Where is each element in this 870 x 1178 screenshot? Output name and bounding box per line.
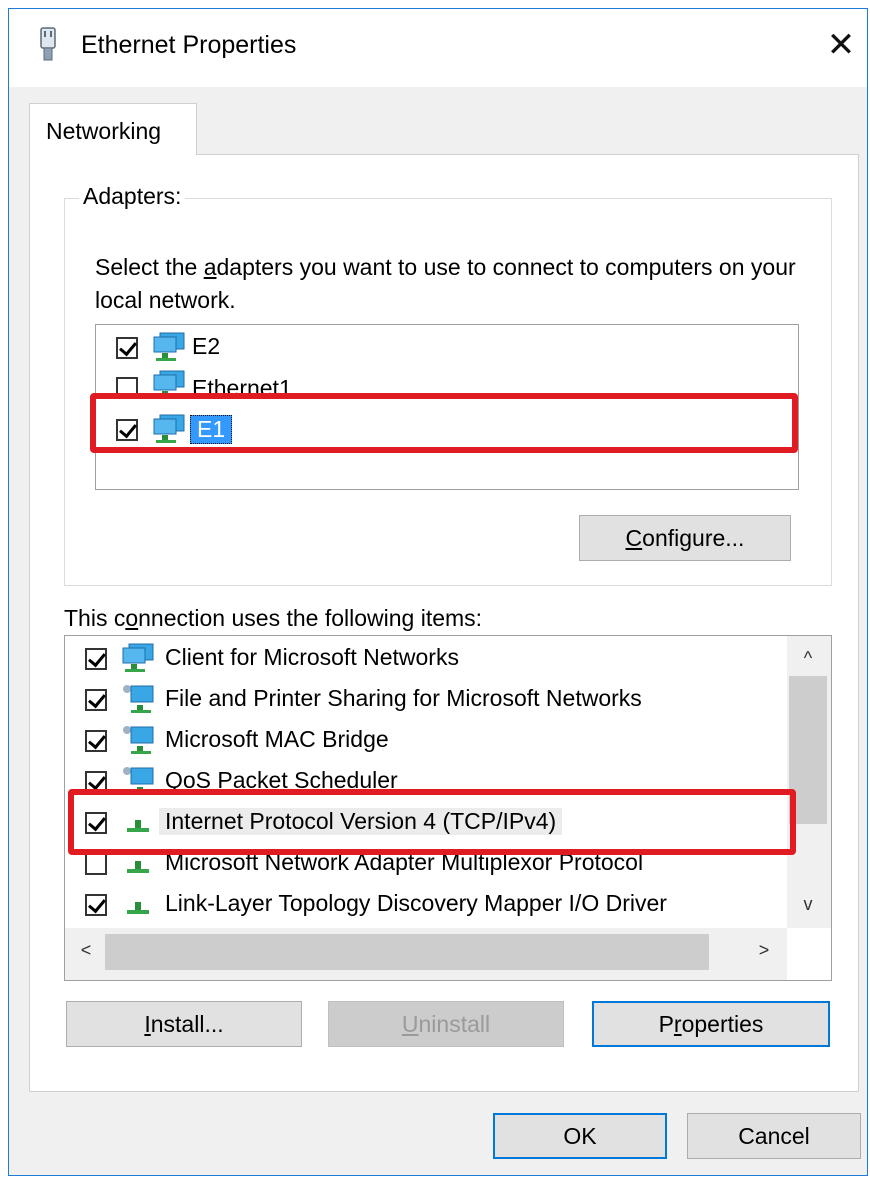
network-adapter-icon	[153, 370, 185, 399]
protocol-icon	[127, 820, 149, 832]
connection-items-list[interactable]: Client for Microsoft Networks File and P…	[64, 635, 832, 981]
close-button[interactable]: ✕	[821, 25, 861, 65]
list-item[interactable]: File and Printer Sharing for Microsoft N…	[65, 679, 831, 719]
network-service-icon	[123, 726, 154, 754]
configure-button[interactable]: Configure...	[579, 515, 791, 561]
item-label: Client for Microsoft Networks	[165, 644, 459, 670]
scroll-left-arrow-icon[interactable]: <	[71, 940, 101, 961]
item-checkbox[interactable]	[85, 894, 107, 916]
item-checkbox[interactable]	[85, 771, 107, 793]
install-button[interactable]: Install...	[66, 1001, 302, 1047]
list-item[interactable]: Client for Microsoft Networks	[65, 638, 831, 678]
vertical-scroll-thumb[interactable]	[789, 676, 827, 824]
list-item[interactable]: QoS Packet Scheduler	[65, 761, 831, 801]
uninstall-button[interactable]: Uninstall	[328, 1001, 564, 1047]
adapter-item-e1[interactable]: E1	[96, 411, 798, 451]
vertical-scrollbar[interactable]: ^ v	[787, 636, 831, 928]
item-label: File and Printer Sharing for Microsoft N…	[165, 685, 642, 711]
item-checkbox[interactable]	[85, 730, 107, 752]
adapters-description: Select the adapters you want to use to c…	[95, 254, 796, 313]
properties-button[interactable]: Properties	[592, 1001, 830, 1047]
protocol-icon	[127, 861, 149, 873]
network-adapter-icon	[153, 332, 185, 361]
adapter-e1-checkbox[interactable]	[116, 419, 138, 441]
list-item[interactable]: Microsoft MAC Bridge	[65, 720, 831, 760]
item-checkbox[interactable]	[85, 812, 107, 834]
item-checkbox[interactable]	[85, 853, 107, 875]
item-checkbox[interactable]	[85, 648, 107, 670]
adapter-item-ethernet1[interactable]: Ethernet1	[96, 369, 798, 409]
title-bar: Ethernet Properties ✕	[9, 9, 867, 87]
network-service-icon	[123, 767, 154, 795]
scroll-down-arrow-icon[interactable]: v	[793, 894, 823, 915]
ok-button[interactable]: OK	[493, 1113, 667, 1159]
horizontal-scrollbar[interactable]: < >	[65, 928, 787, 980]
item-label: Link-Layer Topology Discovery Mapper I/O…	[165, 890, 667, 916]
adapters-legend: Adapters:	[79, 183, 186, 210]
close-icon: ✕	[826, 26, 856, 64]
adapter-e2-checkbox[interactable]	[116, 337, 138, 359]
item-label: Microsoft Network Adapter Multiplexor Pr…	[165, 849, 644, 875]
scroll-right-arrow-icon[interactable]: >	[749, 940, 779, 961]
item-label: Internet Protocol Version 4 (TCP/IPv4)	[159, 808, 563, 835]
adapter-item-e2[interactable]: E2	[96, 327, 798, 367]
network-client-icon	[122, 643, 154, 672]
ethernet-connector-icon	[40, 27, 56, 61]
list-item[interactable]: Internet Protocol Version 4 (TCP/IPv4)	[65, 802, 831, 842]
item-checkbox[interactable]	[85, 689, 107, 711]
scroll-up-arrow-icon[interactable]: ^	[793, 648, 823, 669]
list-item[interactable]: Link-Layer Topology Discovery Mapper I/O…	[65, 884, 831, 924]
networking-panel: Adapters: Select the adapters you want t…	[29, 154, 859, 1092]
network-adapter-icon	[153, 414, 185, 443]
list-item[interactable]: Microsoft Network Adapter Multiplexor Pr…	[65, 843, 831, 883]
cancel-button[interactable]: Cancel	[687, 1113, 861, 1159]
item-label: Microsoft MAC Bridge	[165, 726, 389, 752]
network-service-icon	[123, 685, 154, 713]
adapters-groupbox: Adapters: Select the adapters you want t…	[64, 183, 832, 586]
adapter-list[interactable]: E2 Ethernet1 E1	[95, 324, 799, 490]
adapter-label: E2	[192, 333, 221, 359]
tab-networking[interactable]: Networking	[29, 103, 197, 155]
window-title: Ethernet Properties	[81, 31, 297, 59]
adapter-label: Ethernet1	[192, 375, 292, 401]
items-header: This connection uses the following items…	[64, 605, 483, 631]
horizontal-scroll-thumb[interactable]	[105, 934, 709, 970]
ethernet-properties-dialog: Ethernet Properties ✕ Networking Adapter…	[8, 8, 868, 1176]
item-label: QoS Packet Scheduler	[165, 767, 398, 793]
tab-networking-label: Networking	[46, 118, 162, 144]
adapter-label-selected: E1	[190, 415, 233, 444]
adapter-ethernet1-checkbox[interactable]	[116, 377, 138, 399]
protocol-icon	[127, 902, 149, 914]
